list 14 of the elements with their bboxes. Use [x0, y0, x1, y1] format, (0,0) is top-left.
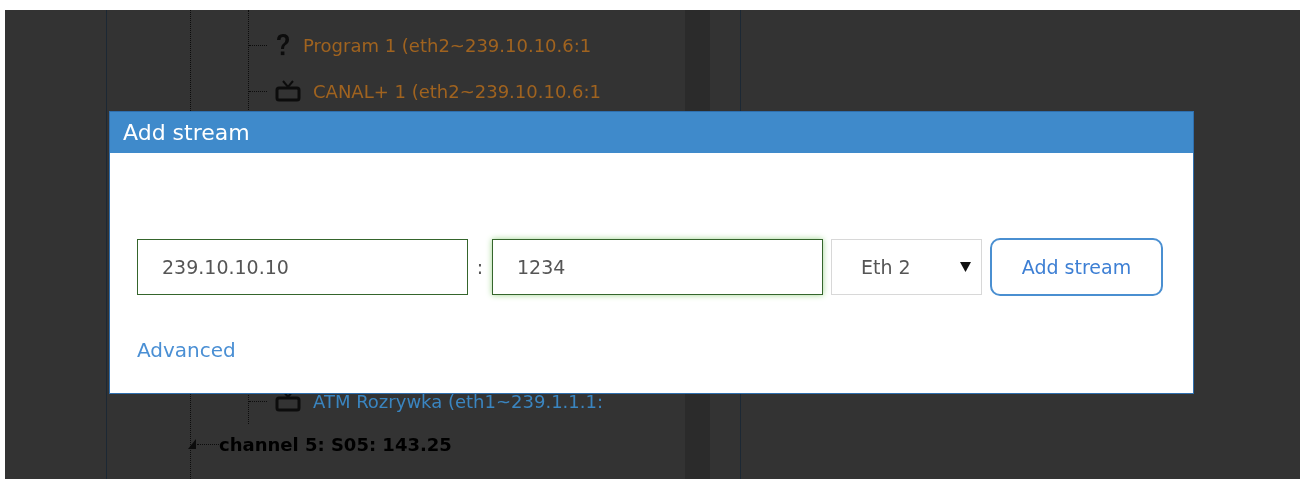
tv-icon — [275, 80, 301, 102]
interface-select[interactable]: Eth 2 — [831, 239, 982, 295]
dropdown-icon — [960, 262, 971, 272]
address-field[interactable]: 239.10.10.10 — [137, 239, 468, 295]
stream-label[interactable]: Program 1 (eth2~239.10.10.6:1 — [303, 34, 592, 56]
stream-label[interactable]: CANAL+ 1 (eth2~239.10.10.6:1 — [313, 80, 602, 102]
advanced-link[interactable]: Advanced — [137, 338, 236, 362]
separator: : — [475, 256, 485, 278]
question-icon — [275, 33, 291, 57]
port-field[interactable]: 1234 — [492, 239, 823, 295]
add-stream-button[interactable]: Add stream — [990, 238, 1163, 296]
stream-label[interactable]: ATM Rozrywka (eth1~239.1.1.1: — [313, 390, 603, 412]
expand-icon[interactable] — [188, 439, 196, 449]
dialog-title: Add stream — [110, 112, 1193, 153]
